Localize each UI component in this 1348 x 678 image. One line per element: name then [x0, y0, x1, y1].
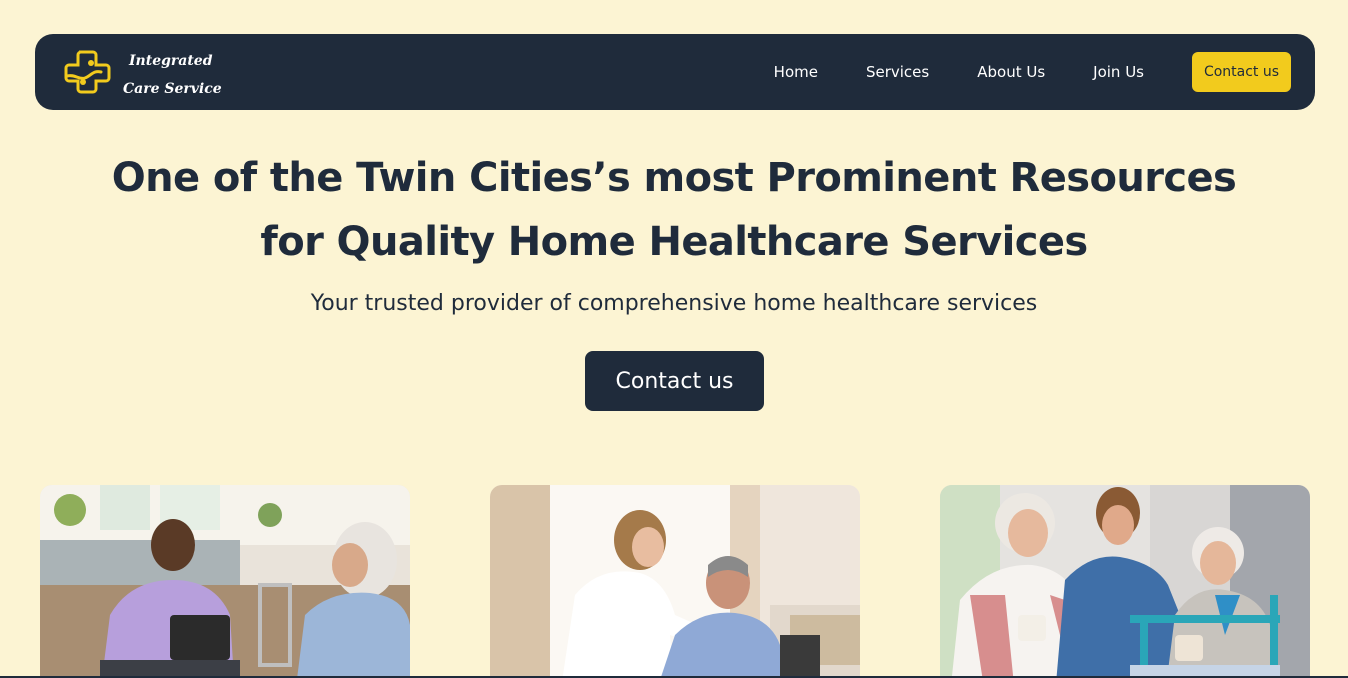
nurse-and-senior-women-photo: [940, 485, 1310, 678]
hero-title-line1: One of the Twin Cities’s most Prominent …: [111, 155, 1237, 201]
hero-title-line2: for Quality Home Healthcare Services: [260, 219, 1088, 265]
caregiver-photo: [40, 485, 410, 678]
hero-contact-button[interactable]: Contact us: [585, 351, 764, 411]
service-card-3[interactable]: [940, 485, 1310, 678]
brand-name: Integrated Care Service: [121, 47, 222, 103]
nav-contact-button[interactable]: Contact us: [1192, 52, 1291, 92]
nurse-and-senior-man-photo: [490, 485, 860, 678]
page: Integrated Care Service Home Services Ab…: [0, 0, 1348, 678]
brand-logo[interactable]: Integrated Care Service: [61, 46, 261, 98]
nav-services-link[interactable]: Services: [866, 63, 929, 81]
hero-title: One of the Twin Cities’s most Prominent …: [0, 146, 1348, 274]
nav-links: Home Services About Us Join Us Contact u…: [774, 34, 1291, 110]
navbar: Integrated Care Service Home Services Ab…: [35, 34, 1315, 110]
brand-name-line2: Care Service: [123, 81, 222, 97]
care-cross-logo-icon: [64, 50, 111, 94]
hero-subtitle: Your trusted provider of comprehensive h…: [310, 291, 1038, 316]
nav-about-link[interactable]: About Us: [977, 63, 1045, 81]
nav-home-link[interactable]: Home: [774, 63, 818, 81]
nav-join-link[interactable]: Join Us: [1093, 63, 1144, 81]
brand-name-line1: Integrated: [129, 53, 213, 69]
service-card-1[interactable]: [40, 485, 410, 678]
service-card-2[interactable]: [490, 485, 860, 678]
